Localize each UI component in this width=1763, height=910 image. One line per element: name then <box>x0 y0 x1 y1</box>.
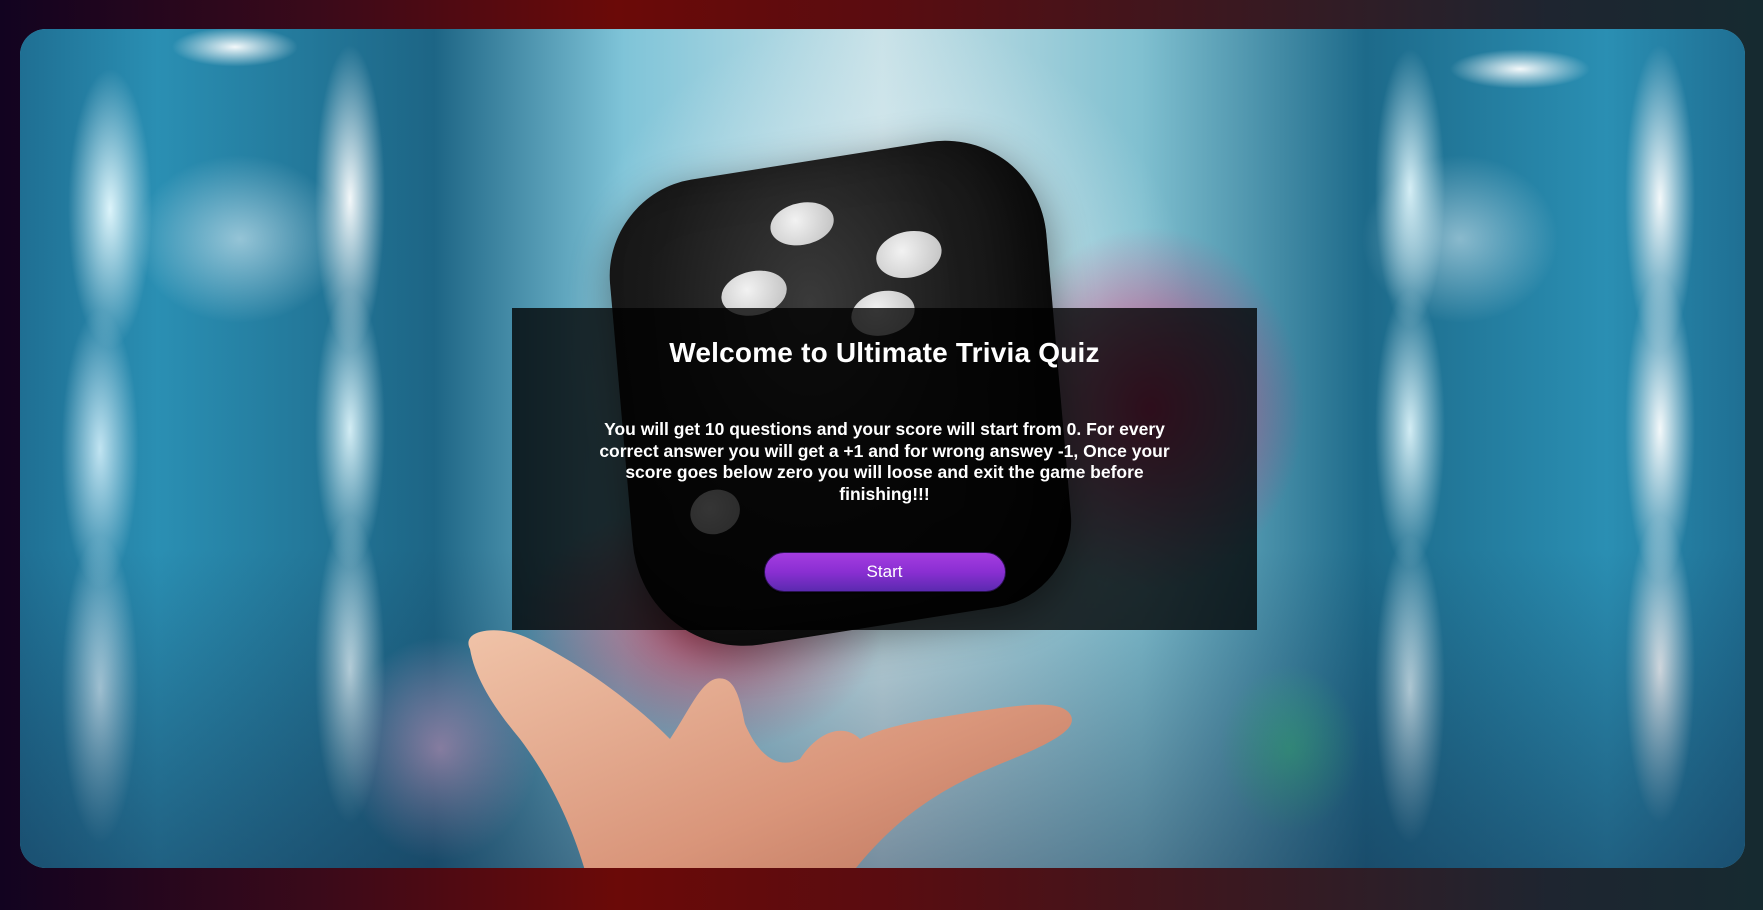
quiz-rules-text: You will get 10 questions and your score… <box>599 419 1170 504</box>
page-title: Welcome to Ultimate Trivia Quiz <box>669 337 1100 368</box>
start-button[interactable]: Start <box>763 552 1006 592</box>
welcome-panel: Welcome to Ultimate Trivia Quiz You will… <box>512 308 1257 630</box>
hero-frame: Welcome to Ultimate Trivia Quiz You will… <box>20 29 1745 868</box>
hand-graphic <box>468 630 1072 868</box>
dice-pip <box>874 226 944 283</box>
dice-pip <box>768 197 836 250</box>
